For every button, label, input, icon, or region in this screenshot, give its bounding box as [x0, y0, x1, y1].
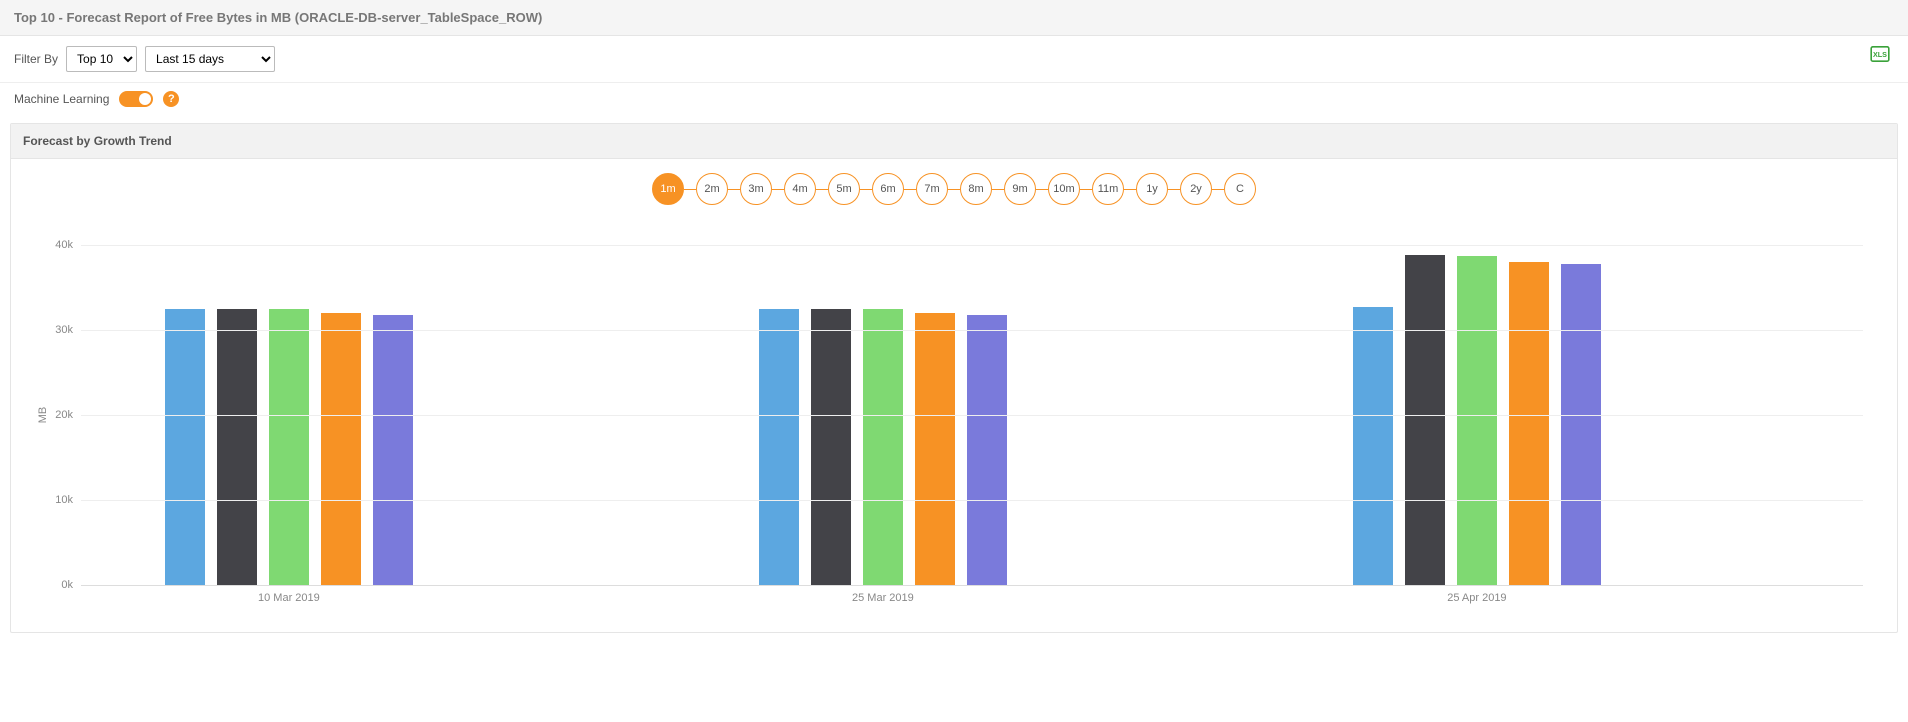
y-tick: 10k — [41, 494, 73, 506]
export-xls-icon[interactable]: XLS — [1870, 46, 1890, 62]
panel-title: Forecast by Growth Trend — [11, 124, 1897, 159]
bar[interactable] — [1353, 307, 1393, 585]
bar-group — [1353, 255, 1601, 585]
y-tick: 40k — [41, 239, 73, 251]
bar[interactable] — [321, 313, 361, 585]
bar[interactable] — [915, 313, 955, 585]
x-tick: 10 Mar 2019 — [229, 592, 349, 604]
y-tick: 0k — [41, 579, 73, 591]
bar[interactable] — [967, 315, 1007, 585]
x-tick: 25 Mar 2019 — [823, 592, 943, 604]
forecast-panel: Forecast by Growth Trend 1m 2m 3m 4m 5m 6m 7m 8… — [10, 123, 1898, 633]
filter-by-label: Filter By — [14, 52, 58, 66]
page-title: Top 10 - Forecast Report of Free Bytes i… — [0, 0, 1908, 36]
chart-area: MB 0k10k20k30k40k — [81, 245, 1863, 585]
bar[interactable] — [1405, 255, 1445, 585]
period-10m[interactable]: 10m — [1048, 173, 1080, 205]
period-2y[interactable]: 2y — [1180, 173, 1212, 205]
period-9m[interactable]: 9m — [1004, 173, 1036, 205]
period-1y[interactable]: 1y — [1136, 173, 1168, 205]
svg-text:XLS: XLS — [1873, 50, 1887, 59]
period-C[interactable]: C — [1224, 173, 1256, 205]
bar[interactable] — [1457, 256, 1497, 585]
bar[interactable] — [759, 309, 799, 585]
period-6m[interactable]: 6m — [872, 173, 904, 205]
period-2m[interactable]: 2m — [696, 173, 728, 205]
bar[interactable] — [217, 309, 257, 585]
ml-toggle[interactable] — [119, 91, 153, 107]
y-tick: 20k — [41, 409, 73, 421]
ml-label: Machine Learning — [14, 92, 109, 106]
bar[interactable] — [165, 309, 205, 585]
bar-group — [759, 309, 1007, 585]
bar[interactable] — [269, 309, 309, 585]
period-1m[interactable]: 1m — [652, 173, 684, 205]
filter-toolbar: Filter By Top 10 Last 15 days XLS — [0, 36, 1908, 83]
period-7m[interactable]: 7m — [916, 173, 948, 205]
range-select[interactable]: Last 15 days — [145, 46, 275, 72]
bar[interactable] — [1561, 264, 1601, 585]
bar[interactable] — [811, 309, 851, 585]
period-selector: 1m 2m 3m 4m 5m 6m 7m 8m 9m 10m 11m 1y 2y C — [25, 173, 1883, 205]
x-tick: 25 Apr 2019 — [1417, 592, 1537, 604]
bar[interactable] — [373, 315, 413, 585]
bar[interactable] — [863, 309, 903, 585]
top-select[interactable]: Top 10 — [66, 46, 137, 72]
bar[interactable] — [1509, 262, 1549, 585]
period-11m[interactable]: 11m — [1092, 173, 1124, 205]
period-8m[interactable]: 8m — [960, 173, 992, 205]
y-tick: 30k — [41, 324, 73, 336]
period-3m[interactable]: 3m — [740, 173, 772, 205]
x-axis: 10 Mar 2019 25 Mar 2019 25 Apr 2019 — [81, 585, 1863, 608]
period-5m[interactable]: 5m — [828, 173, 860, 205]
help-icon[interactable]: ? — [163, 91, 179, 107]
period-4m[interactable]: 4m — [784, 173, 816, 205]
bar-group — [165, 309, 413, 585]
ml-row: Machine Learning ? — [0, 83, 1908, 123]
